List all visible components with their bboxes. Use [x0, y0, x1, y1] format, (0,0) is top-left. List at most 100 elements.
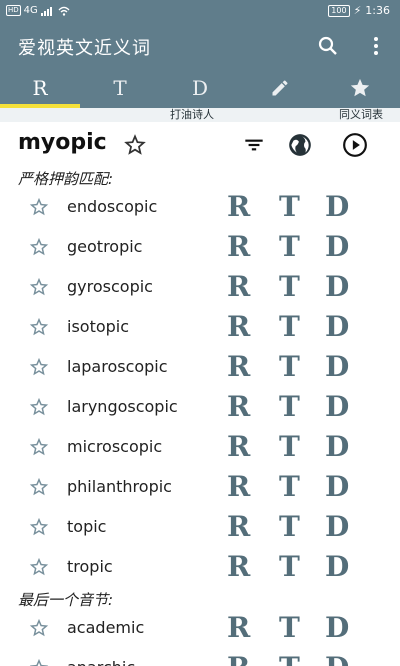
star-outline-icon[interactable] [28, 516, 50, 538]
list-item[interactable]: laryngoscopic R T D [0, 388, 400, 428]
definition-button[interactable]: D [325, 350, 349, 383]
rhymes-button[interactable]: R [227, 430, 250, 463]
thesaurus-button[interactable]: T [279, 550, 300, 583]
sub-tab-strip: 打油诗人 同义词表 [0, 108, 400, 122]
thesaurus-button[interactable]: T [279, 430, 300, 463]
result-word[interactable]: laryngoscopic [67, 397, 178, 416]
tab-favorites[interactable] [320, 68, 400, 108]
rhymes-button[interactable]: R [227, 350, 250, 383]
list-item[interactable]: tropic R T D [0, 548, 400, 588]
thesaurus-button[interactable]: T [279, 470, 300, 503]
list-item[interactable]: philanthropic R T D [0, 468, 400, 508]
result-word[interactable]: geotropic [67, 237, 142, 256]
star-outline-icon[interactable] [28, 356, 50, 378]
star-outline-icon[interactable] [28, 316, 50, 338]
result-word[interactable]: endoscopic [67, 197, 157, 216]
list-item[interactable]: academic R T D [0, 609, 400, 649]
globe-icon[interactable] [287, 132, 313, 158]
list-item[interactable]: isotopic R T D [0, 308, 400, 348]
rhymes-button[interactable]: R [227, 470, 250, 503]
thesaurus-button[interactable]: T [279, 611, 300, 644]
section-strict-rhymes: 严格押韵匹配: [18, 170, 114, 188]
star-outline-icon[interactable] [28, 617, 50, 639]
rhymes-button[interactable]: R [227, 230, 250, 263]
star-outline-icon[interactable] [28, 556, 50, 578]
rhymes-button[interactable]: R [227, 270, 250, 303]
subtab-limerick[interactable]: 打油诗人 [170, 108, 214, 122]
word-header: myopic [0, 122, 400, 166]
result-word[interactable]: academic [67, 618, 144, 637]
definition-button[interactable]: D [325, 270, 349, 303]
more-vert-icon[interactable] [364, 34, 388, 58]
star-icon [350, 78, 370, 97]
rhymes-button[interactable]: R [227, 611, 250, 644]
star-outline-icon[interactable] [28, 196, 50, 218]
subtab-thesaurus[interactable]: 同义词表 [339, 108, 383, 122]
star-outline-icon[interactable] [28, 657, 50, 666]
favorite-star-icon[interactable] [122, 132, 148, 158]
result-word[interactable]: anarchic [67, 658, 135, 666]
definition-button[interactable]: D [325, 310, 349, 343]
definition-button[interactable]: D [325, 510, 349, 543]
pencil-icon [272, 80, 288, 96]
result-word[interactable]: tropic [67, 557, 113, 576]
definition-button[interactable]: D [325, 651, 349, 666]
status-bar: HD 4G 100 ⚡ 1:36 [0, 0, 400, 22]
search-icon[interactable] [316, 34, 340, 58]
tab-definitions[interactable]: D [160, 68, 240, 108]
list-item[interactable]: topic R T D [0, 508, 400, 548]
rhymes-button[interactable]: R [227, 651, 250, 666]
rhymes-button[interactable]: R [227, 550, 250, 583]
tab-compose[interactable] [240, 68, 320, 108]
thesaurus-button[interactable]: T [279, 310, 300, 343]
tab-thesaurus[interactable]: T [80, 68, 160, 108]
filter-icon[interactable] [241, 132, 267, 158]
play-icon[interactable] [342, 132, 368, 158]
thesaurus-button[interactable]: T [279, 510, 300, 543]
app-title: 爱视英文近义词 [18, 38, 151, 59]
section-last-syllable: 最后一个音节: [18, 591, 114, 609]
definition-button[interactable]: D [325, 550, 349, 583]
thesaurus-button[interactable]: T [279, 350, 300, 383]
thesaurus-button[interactable]: T [279, 190, 300, 223]
star-outline-icon[interactable] [28, 436, 50, 458]
thesaurus-button[interactable]: T [279, 230, 300, 263]
clock: 1:36 [365, 4, 390, 17]
result-word[interactable]: laparoscopic [67, 357, 168, 376]
signal-icon [40, 6, 52, 16]
rhymes-button[interactable]: R [227, 390, 250, 423]
app-bar: 爱视英文近义词 [0, 22, 400, 68]
tab-bar: R T D [0, 68, 400, 108]
star-outline-icon[interactable] [28, 236, 50, 258]
thesaurus-button[interactable]: T [279, 270, 300, 303]
definition-button[interactable]: D [325, 430, 349, 463]
result-word[interactable]: isotopic [67, 317, 129, 336]
result-word[interactable]: microscopic [67, 437, 162, 456]
result-word[interactable]: topic [67, 517, 106, 536]
list-item[interactable]: microscopic R T D [0, 428, 400, 468]
definition-button[interactable]: D [325, 190, 349, 223]
thesaurus-button[interactable]: T [279, 651, 300, 666]
hd-badge: HD [6, 5, 21, 16]
rhymes-button[interactable]: R [227, 510, 250, 543]
definition-button[interactable]: D [325, 611, 349, 644]
definition-button[interactable]: D [325, 390, 349, 423]
star-outline-icon[interactable] [28, 476, 50, 498]
list-item[interactable]: anarchic R T D [0, 649, 400, 666]
thesaurus-button[interactable]: T [279, 390, 300, 423]
battery-indicator: 100 [328, 4, 350, 17]
list-item[interactable]: gyroscopic R T D [0, 268, 400, 308]
tab-rhymes[interactable]: R [0, 68, 80, 108]
star-outline-icon[interactable] [28, 396, 50, 418]
rhymes-button[interactable]: R [227, 190, 250, 223]
list-item[interactable]: laparoscopic R T D [0, 348, 400, 388]
list-item[interactable]: endoscopic R T D [0, 188, 400, 228]
definition-button[interactable]: D [325, 230, 349, 263]
result-word[interactable]: gyroscopic [67, 277, 153, 296]
rhymes-button[interactable]: R [227, 310, 250, 343]
definition-button[interactable]: D [325, 470, 349, 503]
list-item[interactable]: geotropic R T D [0, 228, 400, 268]
result-word[interactable]: philanthropic [67, 477, 172, 496]
charging-icon: ⚡ [353, 4, 362, 17]
star-outline-icon[interactable] [28, 276, 50, 298]
